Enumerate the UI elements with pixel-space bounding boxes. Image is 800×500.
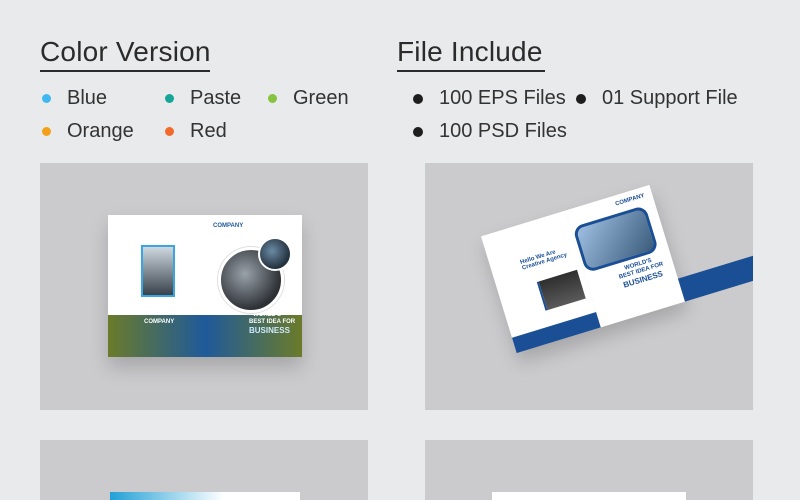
- brochure-open-flat: COMPANY COMPANY WORLD'S BEST IDEA FOR BU…: [108, 215, 302, 357]
- brochure-blue-band: [677, 252, 753, 302]
- headline-line-1: WORLD'S: [253, 312, 282, 318]
- file-include-underline: [397, 70, 545, 72]
- color-dot-icon: [42, 94, 51, 103]
- file-item-label: 100 PSD Files: [439, 120, 567, 142]
- mockup-panel-tilted: Hello We Are Creative Agency COMPANY WOR…: [425, 163, 753, 410]
- team-photo: [536, 269, 586, 311]
- color-label: Green: [293, 87, 349, 109]
- color-option-paste: Paste: [165, 87, 241, 110]
- color-dot-icon: [268, 94, 277, 103]
- brochure-partial: [492, 492, 686, 500]
- file-include-heading: File Include: [397, 36, 543, 67]
- headline-line-3: BUSINESS: [249, 326, 290, 335]
- file-item-label: 01 Support File: [602, 87, 738, 109]
- mockup-panel-bottom-left: [40, 440, 368, 500]
- color-label: Orange: [67, 120, 134, 142]
- color-version-heading: Color Version: [40, 36, 211, 67]
- company-label: COMPANY: [614, 192, 646, 208]
- headline-line-2: BEST IDEA FOR: [249, 319, 296, 325]
- bullet-icon: [413, 126, 423, 137]
- color-option-red: Red: [165, 120, 227, 143]
- brochure-blue-band: [512, 312, 601, 354]
- color-option-blue: Blue: [42, 87, 107, 110]
- city-photo: [141, 245, 175, 297]
- color-label: Red: [190, 120, 227, 142]
- color-dot-icon: [165, 127, 174, 136]
- color-label: Paste: [190, 87, 242, 109]
- color-label: Blue: [67, 87, 108, 109]
- brochure-left-page: COMPANY: [108, 215, 205, 357]
- file-item-label: 100 EPS Files: [439, 87, 566, 109]
- bullet-icon: [413, 93, 423, 104]
- mockup-panel-bottom-right: [425, 440, 753, 500]
- color-option-orange: Orange: [42, 120, 134, 143]
- brochure-partial: [110, 492, 300, 500]
- bullet-icon: [576, 93, 586, 104]
- file-item-support: 01 Support File: [576, 87, 738, 110]
- file-item-psd: 100 PSD Files: [413, 120, 567, 143]
- color-version-underline: [40, 70, 210, 72]
- company-label: COMPANY: [213, 223, 244, 229]
- color-dot-icon: [165, 94, 174, 103]
- company-label: COMPANY: [144, 319, 175, 325]
- tagline-text: Hello We Are Creative Agency: [519, 249, 568, 272]
- file-item-eps: 100 EPS Files: [413, 87, 566, 110]
- color-option-green: Green: [268, 87, 349, 110]
- brochure-open-tilted: Hello We Are Creative Agency COMPANY WOR…: [481, 184, 753, 354]
- color-dot-icon: [42, 127, 51, 136]
- small-photo-circle: [258, 237, 292, 271]
- mockup-panel-flat: COMPANY COMPANY WORLD'S BEST IDEA FOR BU…: [40, 163, 368, 410]
